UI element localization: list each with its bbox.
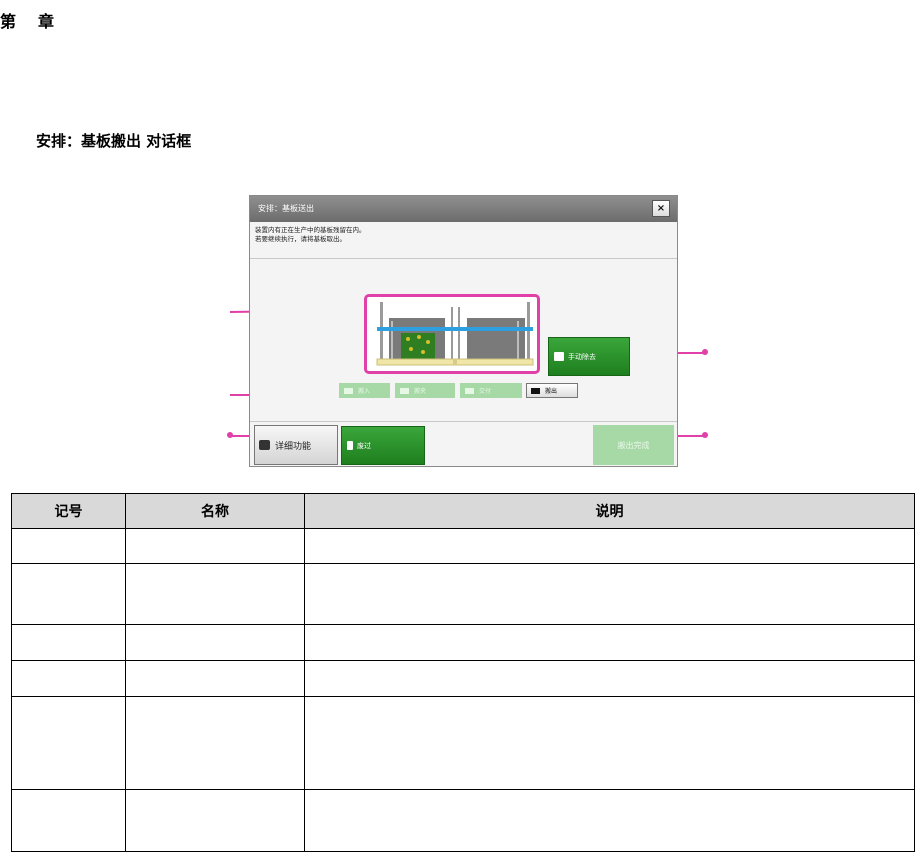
step-unload[interactable]: 搬出: [526, 383, 578, 398]
header-name: 名称: [125, 493, 305, 529]
center-post: [451, 307, 453, 360]
table-row: [11, 528, 915, 564]
step-icon: [531, 387, 540, 394]
callout-dot: [702, 349, 708, 355]
chapter-heading: 第章: [0, 8, 54, 32]
step-label: 搬出: [545, 388, 558, 395]
manual-remove-label: 手动除去: [568, 352, 596, 361]
dialog-title: 安排：基板送出: [250, 196, 677, 222]
conveyor-rail: [377, 327, 533, 331]
detail-label: 详细功能: [275, 441, 312, 452]
table-cell: [304, 696, 915, 790]
table-cell: [125, 660, 305, 697]
step-clamp[interactable]: 搬夹: [395, 383, 455, 398]
divider: [250, 421, 677, 422]
table-cell: [11, 660, 126, 697]
board-component: [409, 347, 413, 351]
table-cell: [125, 789, 305, 852]
table-cell: [11, 528, 126, 564]
table-cell: [125, 624, 305, 661]
table-row: [11, 789, 915, 852]
manual-remove-button[interactable]: 手动除去: [548, 337, 630, 376]
discard-icon: [347, 441, 353, 450]
table-cell: [11, 563, 126, 625]
table-cell: [304, 563, 915, 625]
chapter-suffix: 章: [38, 12, 55, 31]
right-unit: [467, 318, 525, 360]
message-line: 装置内有正在生产中的基板残留在内。: [255, 226, 366, 234]
discard-label: 废过: [357, 441, 371, 450]
step-icon: [344, 387, 353, 394]
right-inner-post: [517, 321, 519, 360]
close-button[interactable]: ×: [652, 200, 670, 217]
table-row: [11, 624, 915, 661]
table-row: [11, 696, 915, 790]
header-symbol: 记号: [11, 493, 126, 529]
left-inner-post: [391, 321, 393, 360]
table-cell: [11, 696, 126, 790]
table-cell: [125, 528, 305, 564]
board-out-dialog: 安排：基板送出 × 装置内有正在生产中的基板残留在内。 若要继续执行，请将基板取…: [249, 195, 678, 467]
detail-function-button[interactable]: 详细功能: [254, 425, 338, 465]
message-line: 若要继续执行，请将基板取出。: [255, 235, 346, 243]
conveyor-diagram: [376, 302, 534, 366]
board-component: [406, 337, 410, 341]
step-load[interactable]: 搬入: [339, 383, 390, 398]
table-cell: [11, 624, 126, 661]
table-cell: [304, 528, 915, 564]
discard-button[interactable]: 废过: [341, 426, 425, 465]
callout-dot: [702, 432, 708, 438]
chapter-prefix: 第: [0, 12, 17, 31]
machine-status-diagram: [364, 294, 540, 374]
table-cell: [304, 789, 915, 852]
divider: [250, 258, 677, 259]
step-icon: [400, 387, 409, 394]
dialog-message: 装置内有正在生产中的基板残留在内。 若要继续执行，请将基板取出。: [255, 226, 366, 244]
base-divider: [453, 359, 457, 365]
table-row: [11, 660, 915, 697]
table-row: [11, 563, 915, 625]
table-cell: [304, 660, 915, 697]
header-description: 说明: [304, 493, 915, 529]
step-icon: [465, 387, 474, 394]
table-cell: [125, 696, 305, 790]
step-label: 搬入: [358, 388, 371, 395]
board-component: [421, 350, 425, 354]
board-component: [426, 340, 430, 344]
unload-complete-button[interactable]: 搬出完成: [593, 425, 674, 465]
settings-icon: [259, 440, 270, 450]
section-title: 安排：基板搬出 对话框: [36, 132, 192, 150]
table-header-row: 记号 名称 说明: [11, 493, 915, 529]
table-cell: [304, 624, 915, 661]
manual-icon: [554, 352, 564, 361]
description-table: 记号 名称 说明: [11, 493, 915, 852]
table-cell: [11, 789, 126, 852]
step-label: 搬夹: [414, 388, 427, 395]
table-cell: [125, 563, 305, 625]
center-post: [458, 307, 460, 360]
step-handover[interactable]: 交付: [460, 383, 522, 398]
board-component: [417, 335, 421, 339]
callout-dot: [227, 432, 233, 438]
step-label: 交付: [479, 388, 492, 395]
